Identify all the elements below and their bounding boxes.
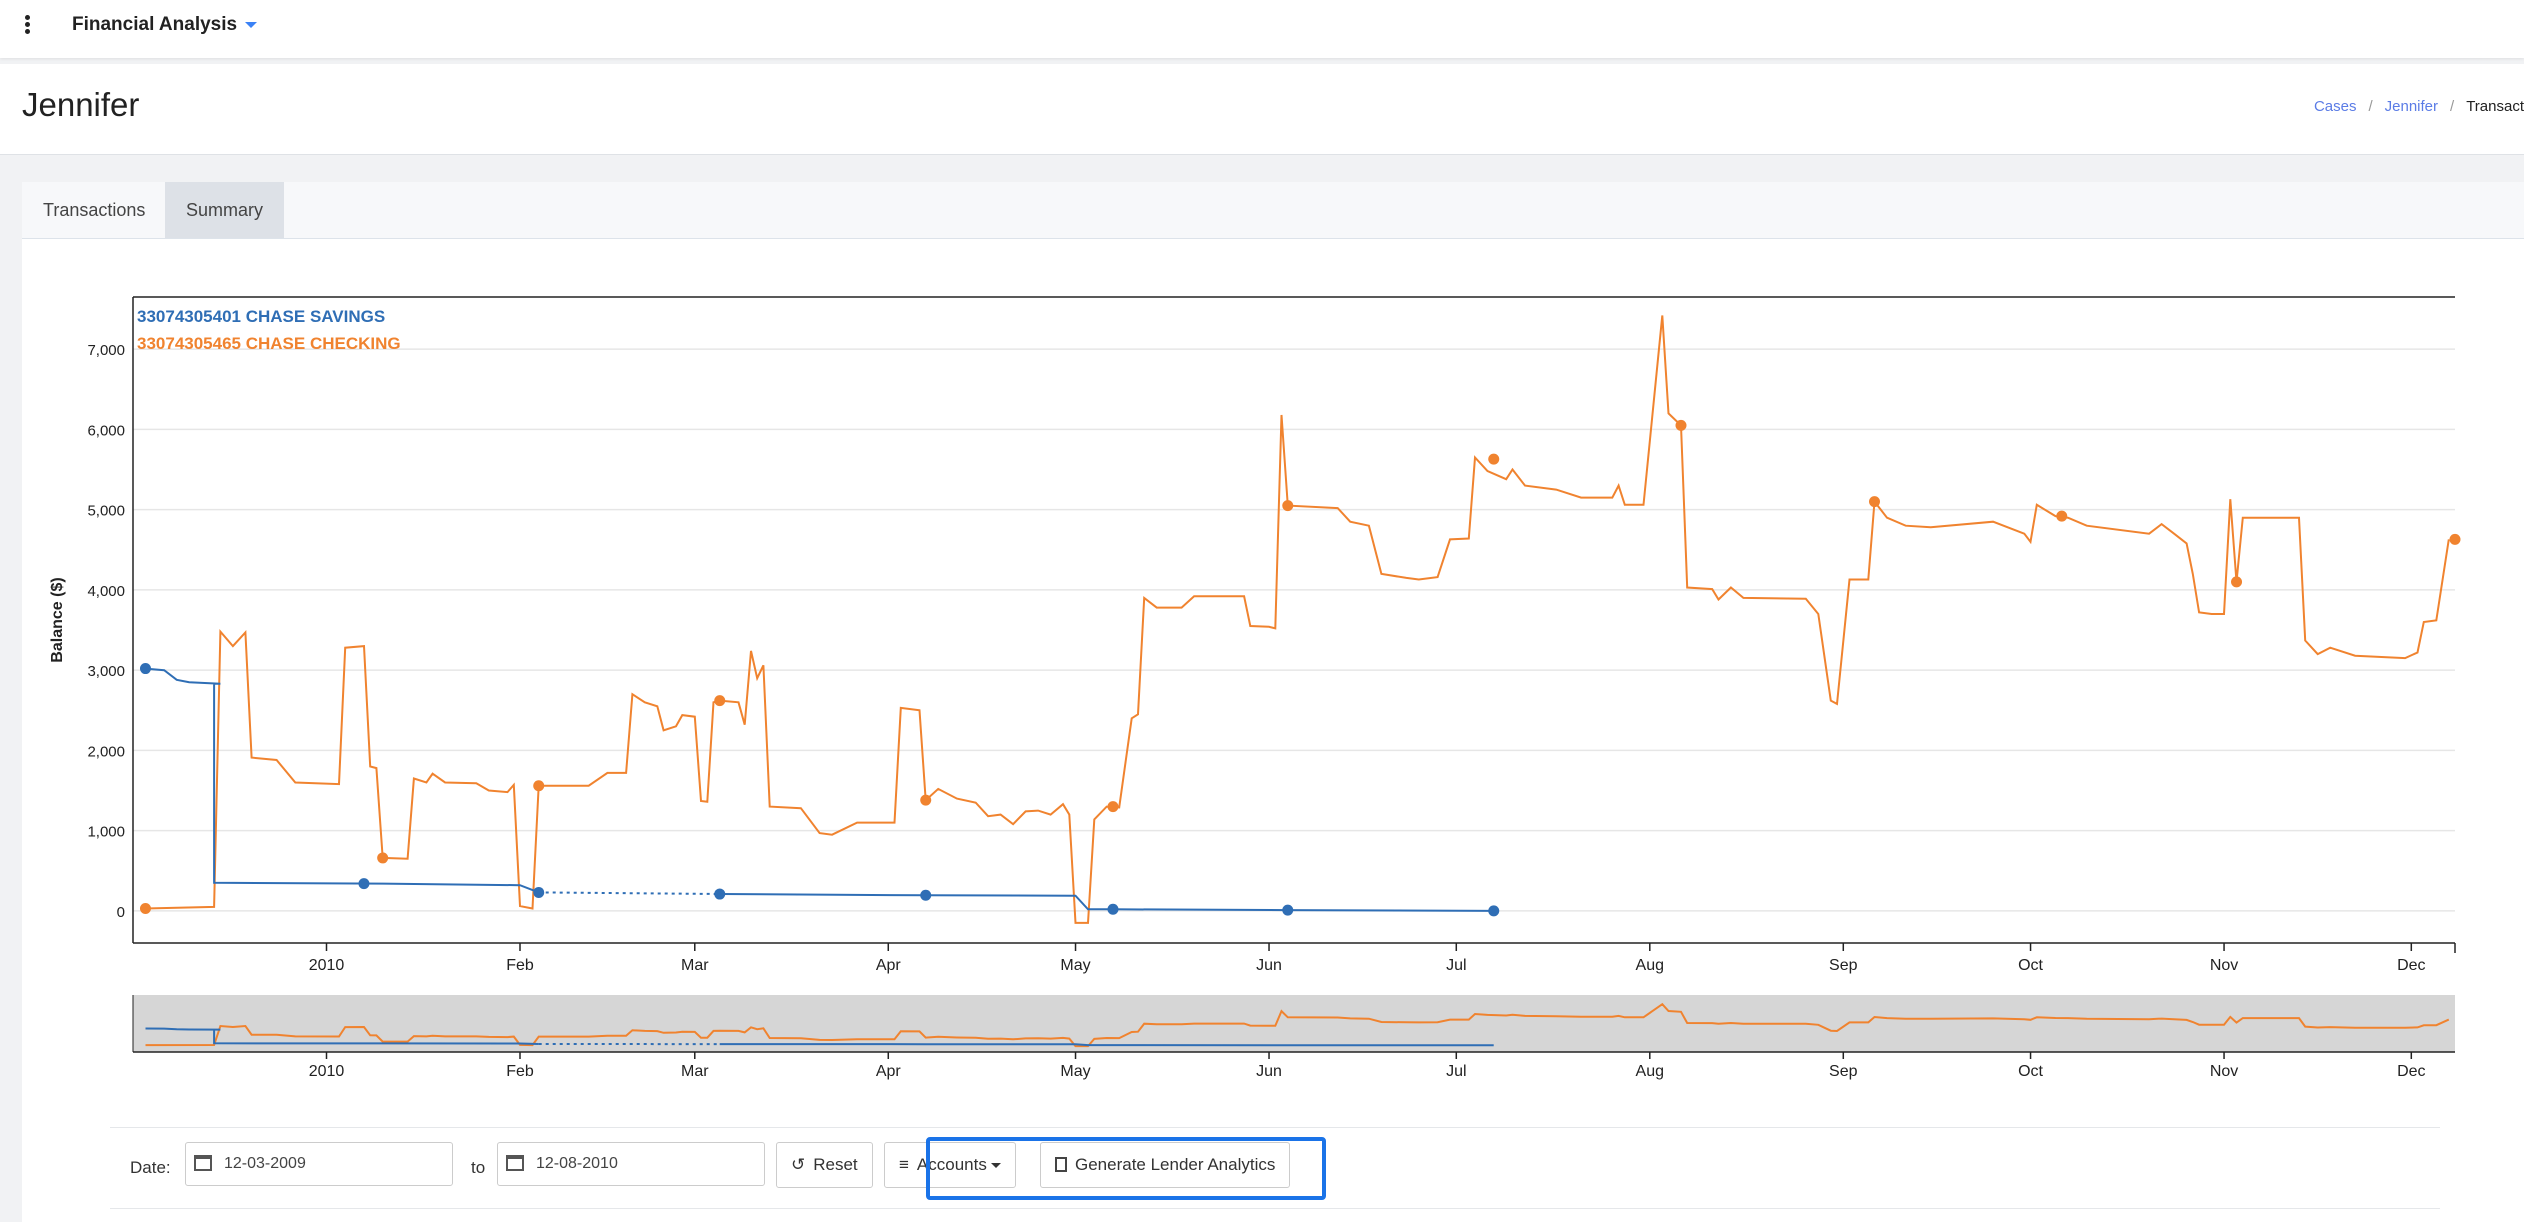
x-tick-label: Aug xyxy=(1636,957,1664,974)
savings-point xyxy=(139,663,151,675)
x-tick-label: Nov xyxy=(2210,957,2238,974)
undo-icon: ↺ xyxy=(791,1155,806,1174)
x-tick-label: May xyxy=(1060,957,1090,974)
plot-background xyxy=(133,297,2455,943)
date-label: Date: xyxy=(130,1158,171,1177)
y-tick-label: 6,000 xyxy=(87,422,125,439)
checking-point xyxy=(920,794,932,806)
list-icon: ≡ xyxy=(899,1155,909,1174)
navigator-savings-line-continued xyxy=(719,1043,1494,1047)
savings-point xyxy=(1107,903,1119,915)
balance-chart: 0 1,000 2,000 3,000 4,000 5,000 6,000 7,000 Bala… xyxy=(49,296,2461,1080)
checking-point xyxy=(1282,500,1294,512)
navigator-x-tick-label: Dec xyxy=(2397,1063,2425,1080)
calendar-icon xyxy=(194,1155,212,1171)
from-date-value: 12-03-2009 xyxy=(224,1155,306,1172)
checking-point xyxy=(1488,453,1500,465)
checking-point xyxy=(2056,510,2068,522)
from-date-input[interactable]: 12-03-2009 xyxy=(185,1142,453,1186)
y-axis-label: Balance ($) xyxy=(49,577,66,662)
reset-button-label: Reset xyxy=(813,1155,858,1174)
x-tick-label: Feb xyxy=(506,957,534,974)
checking-point xyxy=(377,852,389,864)
y-tick-label: 4,000 xyxy=(87,583,125,600)
savings-point xyxy=(920,889,932,901)
checking-point xyxy=(2231,576,2243,588)
legend-checking: 33074305465 CHASE CHECKING xyxy=(137,334,401,353)
to-label: to xyxy=(471,1158,486,1177)
reset-button[interactable]: ↺ Reset xyxy=(776,1142,873,1188)
y-tick-label: 0 xyxy=(117,904,125,921)
navigator-x-tick-label: Sep xyxy=(1829,1063,1858,1080)
checking-point xyxy=(2449,533,2461,545)
navigator-x-tick-label: Jul xyxy=(1446,1063,1466,1080)
y-tick-label: 7,000 xyxy=(87,342,125,359)
checking-point xyxy=(533,780,545,792)
navigator-x-tick-label: 2010 xyxy=(309,1063,345,1080)
plot-area: 0 1,000 2,000 3,000 4,000 5,000 6,000 7,000 Bala… xyxy=(49,296,2456,974)
savings-point xyxy=(714,888,726,900)
y-tick-label: 2,000 xyxy=(87,743,125,760)
y-tick-label: 5,000 xyxy=(87,503,125,520)
legend-savings: 33074305401 CHASE SAVINGS xyxy=(137,307,385,326)
x-tick-label: Jul xyxy=(1446,957,1466,974)
navigator-x-tick-label: Aug xyxy=(1636,1063,1664,1080)
x-tick-label: Jun xyxy=(1256,957,1282,974)
focus-highlight xyxy=(926,1137,1326,1200)
checking-point xyxy=(714,695,726,707)
x-tick-label: Dec xyxy=(2397,957,2425,974)
range-navigator: 2010 Feb Mar Apr May Jun Jul Aug Sep Oct Nov Dec xyxy=(132,995,2455,1080)
x-tick-label: Sep xyxy=(1829,957,1858,974)
savings-point xyxy=(358,878,370,890)
checking-point xyxy=(1869,496,1880,508)
savings-point xyxy=(1282,904,1294,916)
savings-point xyxy=(533,886,545,898)
navigator-x-tick-label: May xyxy=(1060,1063,1090,1080)
x-tick-label: 2010 xyxy=(309,957,345,974)
x-tick-label: Mar xyxy=(681,957,709,974)
to-date-input[interactable]: 12-08-2010 xyxy=(497,1142,765,1186)
to-date-value: 12-08-2010 xyxy=(536,1155,618,1172)
y-tick-label: 3,000 xyxy=(87,663,125,680)
navigator-x-tick-label: Nov xyxy=(2210,1063,2238,1080)
navigator-x-tick-label: Mar xyxy=(681,1063,709,1080)
x-tick-label: Oct xyxy=(2018,957,2043,974)
checking-point xyxy=(139,902,151,914)
calendar-icon xyxy=(506,1155,524,1171)
savings-point xyxy=(1488,905,1500,917)
navigator-x-tick-label: Jun xyxy=(1256,1063,1282,1080)
checking-point xyxy=(1675,419,1687,431)
y-tick-label: 1,000 xyxy=(87,824,125,841)
checking-point xyxy=(1107,801,1119,813)
navigator-x-tick-label: Feb xyxy=(506,1063,534,1080)
navigator-x-tick-label: Oct xyxy=(2018,1063,2043,1080)
navigator-x-tick-label: Apr xyxy=(876,1063,902,1080)
x-tick-label: Apr xyxy=(876,957,902,974)
